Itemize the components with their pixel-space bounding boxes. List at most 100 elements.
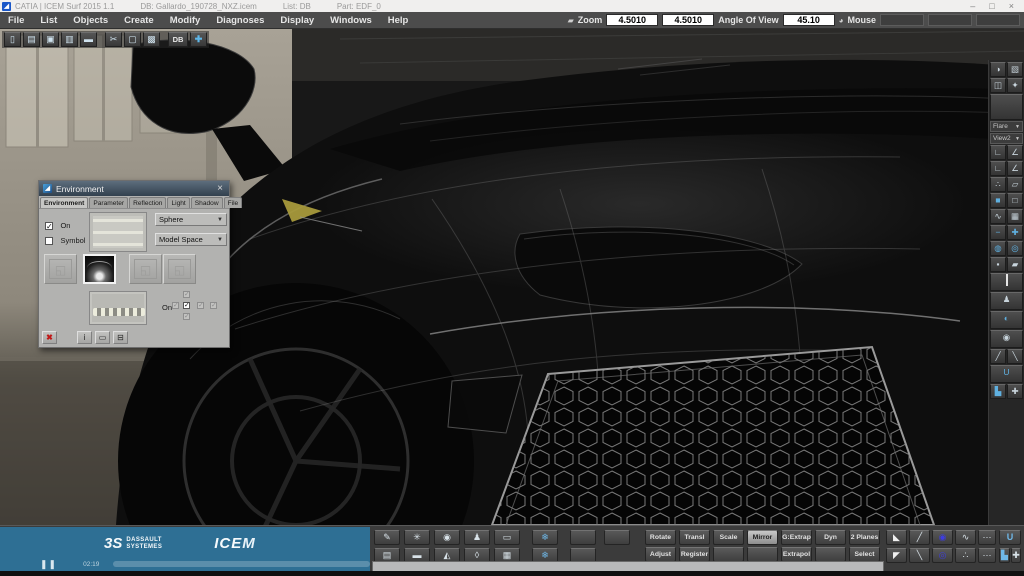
angle-of-view-field[interactable] [783, 14, 835, 26]
sphere-b-icon[interactable]: ◎ [1007, 241, 1023, 256]
menu-diagnoses[interactable]: Diagnoses [208, 15, 272, 26]
cut-icon[interactable]: ✂ [105, 32, 122, 47]
curve-c-icon[interactable]: ╲ [909, 548, 930, 563]
direction-right-checkbox[interactable]: ✓ [197, 302, 204, 309]
u-tool-icon[interactable]: U [999, 530, 1021, 545]
add-icon[interactable]: ✚ [1007, 225, 1023, 240]
zoom-value-1-field[interactable] [606, 14, 658, 26]
crosshair-icon[interactable]: ✚ [1011, 548, 1021, 563]
tab-environment[interactable]: Environment [40, 197, 88, 208]
info-button[interactable]: i [77, 331, 92, 344]
shaded-view-icon[interactable]: ◑ [990, 62, 1006, 77]
tab-light[interactable]: Light [167, 197, 189, 208]
curve-a-icon[interactable]: ╱ [909, 530, 930, 545]
globe-2-icon[interactable]: ◐ [990, 311, 1023, 329]
doc-blue-icon[interactable]: ▙ [990, 384, 1006, 399]
pick-a-icon[interactable]: ╱ [990, 349, 1006, 364]
menu-create[interactable]: Create [116, 15, 162, 26]
blank-button[interactable] [604, 530, 630, 545]
dyn-button[interactable]: Dyn [815, 530, 846, 545]
select-button[interactable]: Select [849, 547, 880, 562]
blue-cube-icon[interactable]: ■ [990, 193, 1006, 208]
tab-shadow[interactable]: Shadow [191, 197, 223, 208]
menu-file[interactable]: File [0, 15, 32, 26]
sphere-dropdown[interactable]: Sphere▼ [155, 213, 227, 226]
seek-bar[interactable] [113, 561, 370, 567]
add-button[interactable]: ✚ [190, 32, 207, 47]
monitor-icon[interactable]: ▭ [494, 530, 520, 545]
dialog-title-bar[interactable]: ◢ Environment × [39, 181, 229, 196]
snapshot-button[interactable]: ▭ [95, 331, 110, 344]
direction-far-checkbox[interactable]: ✓ [210, 302, 217, 309]
save-as-icon[interactable]: ▥ [61, 32, 78, 47]
menu-list[interactable]: List [32, 15, 65, 26]
direction-top-checkbox[interactable]: ✓ [183, 291, 190, 298]
view-dropdown[interactable]: View2▼ [990, 133, 1023, 144]
light-icon[interactable]: ✦ [1007, 78, 1023, 93]
crosshair-icon[interactable]: ✚ [1007, 384, 1023, 399]
render-globe-icon[interactable] [990, 94, 1023, 120]
minimize-button[interactable]: – [970, 1, 975, 11]
blank-button[interactable] [815, 547, 846, 562]
points-c-icon[interactable]: ⋯ [978, 548, 996, 563]
direction-bottom-checkbox[interactable]: ✓ [183, 313, 190, 320]
menu-modify[interactable]: Modify [162, 15, 209, 26]
surface-pen-icon[interactable]: ✎ [374, 530, 400, 545]
menu-display[interactable]: Display [272, 15, 322, 26]
sphere-a-icon[interactable]: ◍ [990, 241, 1006, 256]
direction-main-checkbox[interactable]: ✓ [183, 302, 190, 309]
two-planes-button[interactable]: 2 Planes [849, 530, 880, 545]
material-icon[interactable]: ▧ [1007, 62, 1023, 77]
remove-icon[interactable]: − [990, 225, 1006, 240]
points-b-icon[interactable]: ∴ [955, 548, 976, 563]
doc-blue-icon[interactable]: ▙ [999, 548, 1010, 563]
gextrap-button[interactable]: G:Extrap [781, 530, 812, 545]
bar-tool-icon[interactable]: ▰ [1007, 257, 1023, 272]
viewport-frame-icon[interactable] [990, 273, 1023, 291]
zoom-value-2-field[interactable] [662, 14, 714, 26]
axis-x-icon[interactable]: ∠ [1007, 145, 1023, 160]
pause-button[interactable]: ❚❚ [40, 559, 57, 570]
register-button[interactable]: Register [679, 547, 710, 562]
blank-button[interactable] [713, 547, 744, 562]
cube-view-icon[interactable]: ◫ [990, 78, 1006, 93]
extrapol-button[interactable]: Extrapol [781, 547, 812, 562]
on-checkbox[interactable]: ✓ [45, 222, 53, 230]
tab-parameter[interactable]: Parameter [89, 197, 128, 208]
environment-preview-thumbnail[interactable] [89, 212, 147, 252]
mirror-button[interactable]: Mirror [747, 530, 778, 545]
white-box-icon[interactable]: □ [1007, 193, 1023, 208]
snapshot-camera-icon[interactable]: ◉ [990, 330, 1023, 348]
scan-curve-icon[interactable]: ∿ [990, 209, 1006, 224]
flag-white-b-icon[interactable]: ◤ [886, 548, 907, 563]
menu-help[interactable]: Help [380, 15, 417, 26]
orbit-blue-icon[interactable]: ◉ [932, 530, 953, 545]
mesh-icon[interactable]: ▦ [1007, 209, 1023, 224]
open-folder-icon[interactable]: ▤ [23, 32, 40, 47]
freeze-icon[interactable]: ❄ [532, 530, 558, 545]
save-icon[interactable]: ▣ [42, 32, 59, 47]
adjust-button[interactable]: Adjust [645, 547, 676, 562]
axis-y-icon[interactable]: ∠ [1007, 161, 1023, 176]
scale-button[interactable]: Scale [713, 530, 744, 545]
mouse-field-2[interactable] [928, 14, 972, 26]
db-button[interactable]: DB [168, 32, 188, 47]
axis-z-icon[interactable]: ∟ [990, 145, 1006, 160]
mannequin-icon[interactable]: ♟ [990, 292, 1023, 310]
menu-windows[interactable]: Windows [322, 15, 380, 26]
target-blue-icon[interactable]: ◎ [932, 548, 953, 563]
mouse-field-1[interactable] [880, 14, 924, 26]
curve-points-icon[interactable]: ∴ [990, 177, 1006, 192]
dot-tool-icon[interactable]: ▪ [990, 257, 1006, 272]
model-space-dropdown[interactable]: Model Space▼ [155, 233, 227, 246]
cancel-button[interactable]: ✖ [42, 331, 57, 344]
blank-button[interactable] [570, 530, 596, 545]
copy-icon[interactable]: ▢ [124, 32, 141, 47]
symbol-checkbox[interactable] [45, 237, 53, 245]
flag-white-a-icon[interactable]: ◣ [886, 530, 907, 545]
export-icon[interactable]: ▬ [80, 32, 97, 47]
mannequin-icon[interactable]: ♟ [464, 530, 490, 545]
ground-preview-thumbnail[interactable] [89, 291, 147, 325]
points-a-icon[interactable]: ⋯ [978, 530, 996, 545]
direction-left-checkbox[interactable]: ✓ [172, 302, 179, 309]
